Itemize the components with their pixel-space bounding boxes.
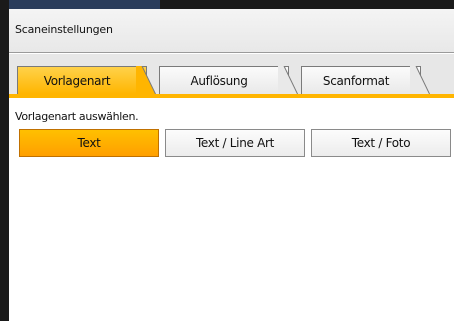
tab-label: Scanformat [322,73,390,88]
device-bezel-left [0,0,9,321]
device-bezel-accent [0,0,160,9]
tab-slant-decoration [278,66,298,95]
tab-aufloesung[interactable]: Auflösung [159,66,298,95]
tab-slant-decoration [136,66,156,95]
option-text-foto-button[interactable]: Text / Foto [311,129,451,157]
tab-strip: Vorlagenart Auflösung Scanformat [9,54,454,97]
tab-underline [9,94,454,98]
tab-slant-decoration [410,66,430,95]
window-title: Scaneinstellungen [15,23,113,36]
tab-scanformat[interactable]: Scanformat [301,66,430,95]
option-text-line-art-button[interactable]: Text / Line Art [165,129,305,157]
tab-label: Auflösung [190,73,248,88]
instruction-text: Vorlagenart auswählen. [15,110,139,123]
option-text-button[interactable]: Text [19,129,159,157]
title-bar: Scaneinstellungen [9,9,454,53]
tab-label: Vorlagenart [43,73,111,88]
tab-vorlagenart[interactable]: Vorlagenart [17,66,156,95]
screen: Scaneinstellungen Vorlagenart Auflösung … [0,0,454,321]
settings-panel: Scaneinstellungen Vorlagenart Auflösung … [9,9,454,321]
